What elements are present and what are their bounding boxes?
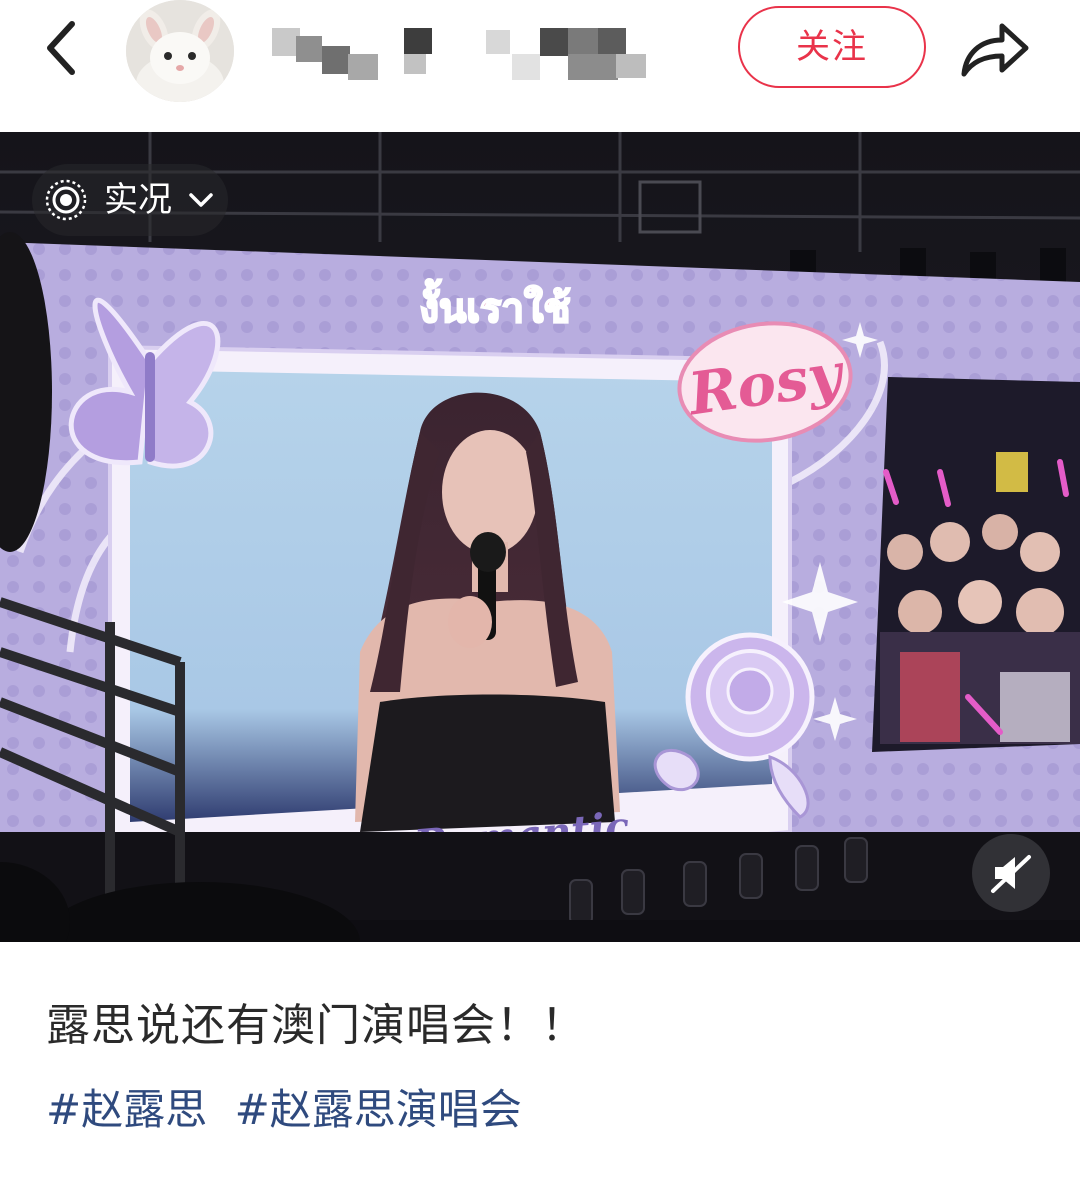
hashtag-link[interactable]: #赵露思演唱会 [235,1085,522,1134]
live-photo-badge[interactable]: 实况 [32,164,228,236]
post-header: 关注 [0,0,1080,132]
share-button[interactable] [952,14,1036,84]
rabbit-avatar-image [126,0,234,102]
username-blurred[interactable] [268,24,668,82]
hashtag-link[interactable]: #赵露思 [46,1085,207,1134]
share-arrow-icon [961,23,1029,77]
screen-thai-title: งั้นเราใช้ [419,279,570,332]
avatar[interactable] [126,0,234,102]
live-photo-icon [45,179,87,221]
post-tags: #赵露思 #赵露思演唱会 [46,1074,1046,1146]
follow-button[interactable]: 关注 [738,6,926,88]
speaker-muted-icon [991,855,1031,893]
concert-photo: งั้นเราใช้ Rosy Stay Romantic [0,132,1080,942]
back-button[interactable] [36,18,92,78]
chevron-left-icon [47,21,75,75]
post-media[interactable]: งั้นเราใช้ Rosy Stay Romantic [0,132,1080,942]
mute-button[interactable] [972,834,1050,912]
post-caption: 露思说还有澳门演唱会！！ [46,1000,586,1051]
live-photo-label: 实况 [104,180,172,220]
chevron-down-icon [189,193,213,207]
